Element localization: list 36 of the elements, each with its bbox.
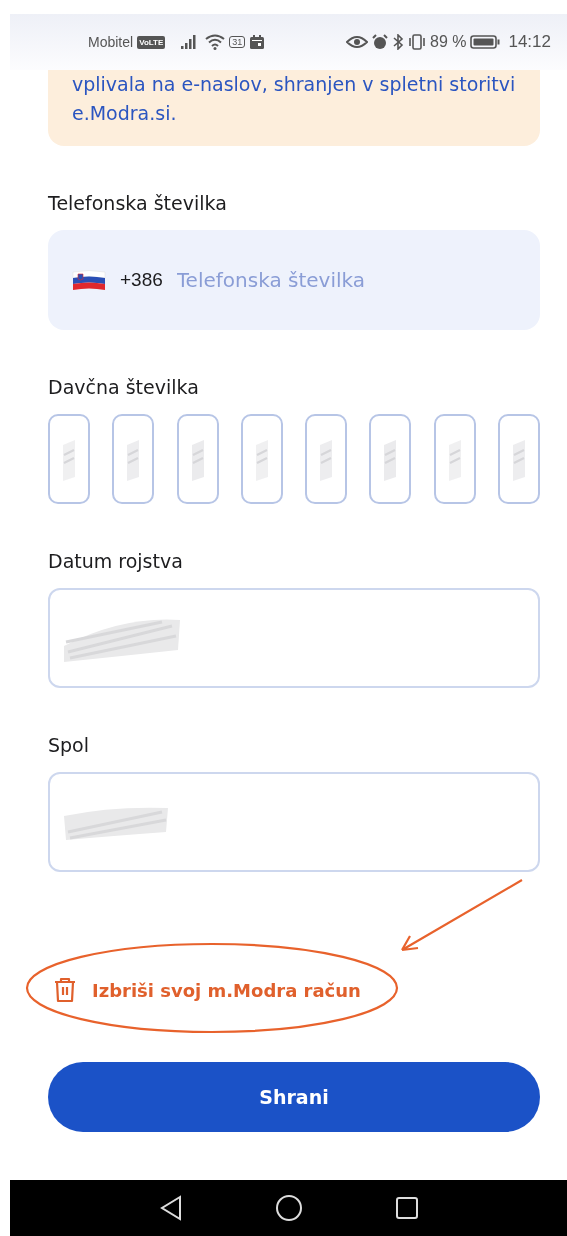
network-badge: VoLTE	[137, 35, 166, 49]
eye-icon	[346, 35, 368, 49]
battery-percent: 89 %	[430, 33, 467, 51]
flag-icon	[72, 269, 106, 291]
country-code: +386	[120, 269, 163, 291]
calendar-badge: 31	[229, 36, 246, 48]
field-label: Spol	[48, 734, 91, 756]
field-label: Davčna številka	[48, 376, 200, 398]
bluetooth-icon	[392, 34, 404, 50]
digit-field[interactable]	[305, 414, 348, 504]
trash-icon	[54, 977, 76, 1003]
save-button[interactable]: Shrani	[48, 1062, 540, 1132]
phone-field[interactable]: +386 Telefonska številka	[48, 230, 540, 330]
digit-field[interactable]	[497, 414, 540, 504]
digit-field[interactable]	[48, 414, 90, 504]
carrier-name: Mobitel	[88, 34, 134, 50]
wifi-icon	[205, 34, 226, 50]
alarm-icon	[372, 34, 388, 50]
gender-field[interactable]	[48, 772, 540, 872]
digit-field[interactable]	[369, 414, 412, 504]
digit-field[interactable]	[176, 414, 219, 504]
digit-field[interactable]	[240, 414, 283, 504]
battery-icon	[470, 35, 501, 49]
digit-field[interactable]	[433, 414, 476, 504]
back-icon[interactable]	[158, 1195, 183, 1221]
clock-time: 14:12	[508, 32, 551, 52]
field-label: Telefonska številka	[48, 192, 228, 214]
notice-text: vplivala na e-naslov, shranjen v spletni storitvi e.Modra.si.	[72, 72, 517, 126]
home-icon[interactable]	[274, 1194, 303, 1222]
vibrate-icon	[408, 34, 426, 50]
calendar-icon	[249, 34, 266, 50]
digit-field[interactable]	[112, 414, 155, 504]
date-field[interactable]	[48, 588, 540, 688]
field-label: Datum rojstva	[48, 550, 184, 572]
recents-icon[interactable]	[394, 1196, 419, 1220]
phone-number-input[interactable]: Telefonska številka	[176, 268, 477, 292]
